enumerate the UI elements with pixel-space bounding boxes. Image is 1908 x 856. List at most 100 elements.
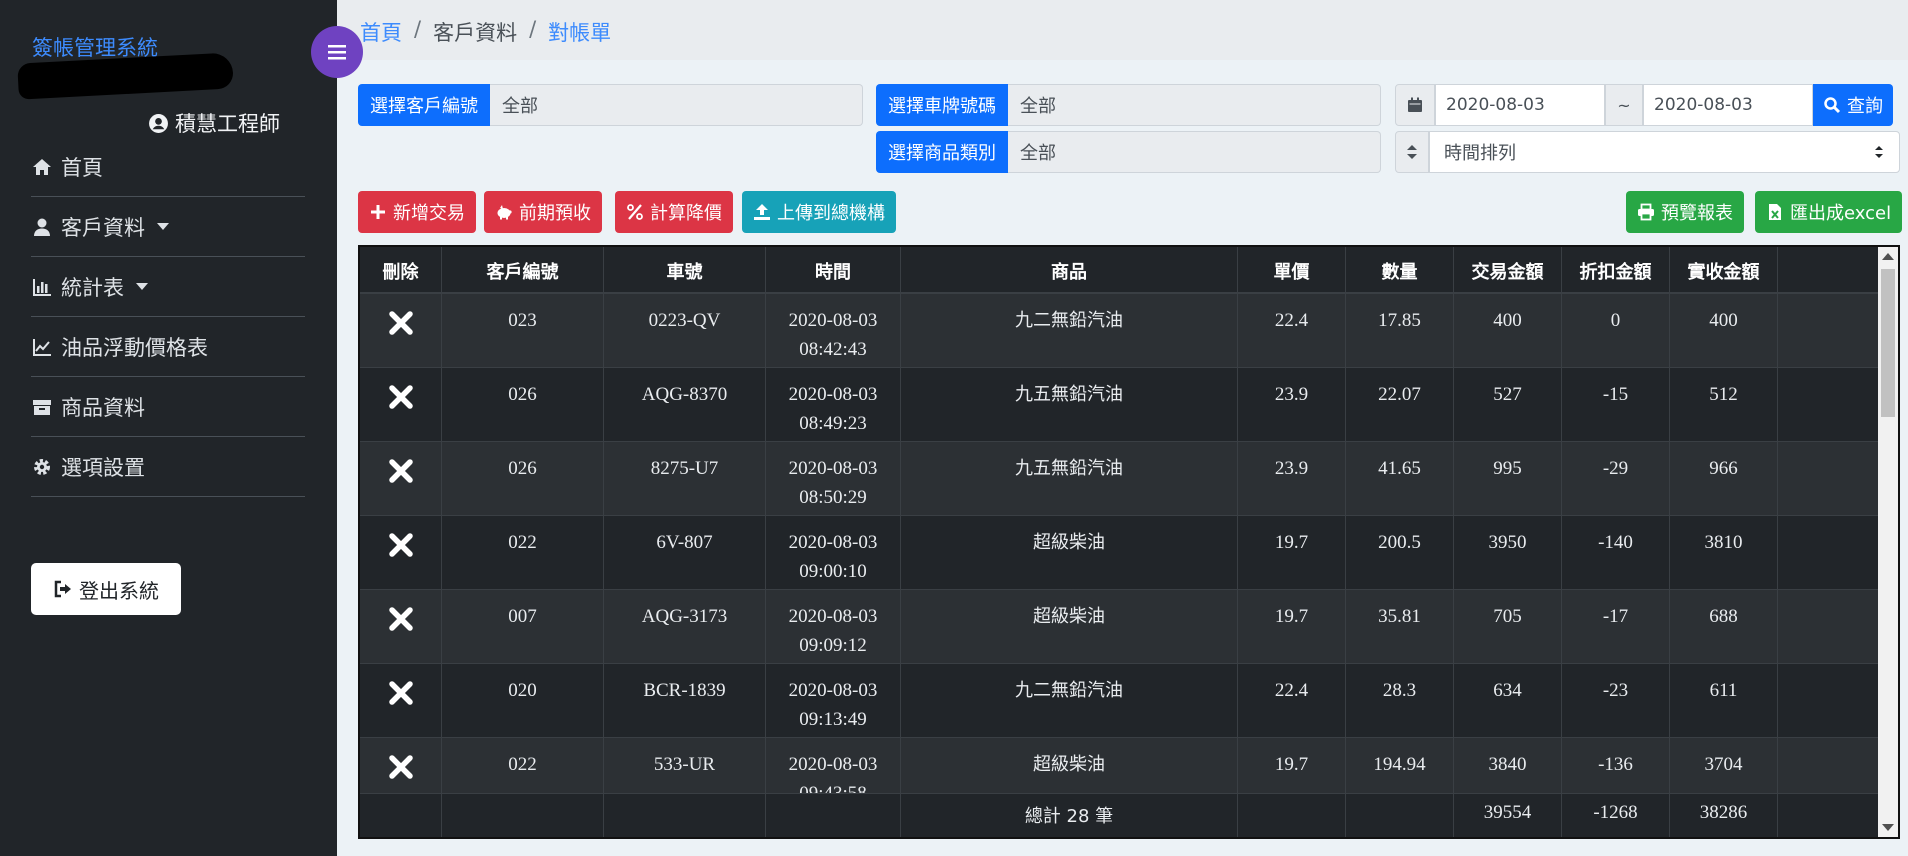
delete-row-button[interactable] [360, 294, 442, 367]
date-to-input[interactable]: 2020-08-03 [1643, 84, 1813, 126]
plate-filter-label[interactable]: 選擇車牌號碼 [876, 84, 1008, 126]
cell-unit-price: 23.9 [1238, 442, 1346, 515]
footer-cell [604, 794, 766, 837]
close-icon [388, 385, 413, 409]
cell-time: 2020-08-03 09:09:12 [766, 590, 901, 663]
plus-icon [371, 205, 385, 219]
delete-row-button[interactable] [360, 442, 442, 515]
cell-product: 九五無鉛汽油 [901, 442, 1238, 515]
calculate-discount-button[interactable]: 計算降價 [615, 191, 733, 233]
cell-customer-id: 023 [442, 294, 604, 367]
query-button[interactable]: 查詢 [1813, 84, 1893, 126]
cell-unit-price: 19.7 [1238, 516, 1346, 589]
col-plate[interactable]: 車號 [604, 247, 766, 294]
sidebar-toggle-button[interactable] [311, 26, 363, 78]
col-discount[interactable]: 折扣金額 [1562, 247, 1670, 294]
table-scrollbar[interactable] [1878, 247, 1898, 837]
export-excel-label: 匯出成excel [1790, 203, 1892, 224]
cell-time: 2020-08-03 09:13:49 [766, 664, 901, 737]
export-excel-button[interactable]: 匯出成excel [1755, 191, 1903, 233]
cell-date: 2020-08-03 [788, 606, 878, 627]
sidebar-item-products[interactable]: 商品資料 [31, 377, 305, 437]
breadcrumb-separator: / [529, 17, 537, 41]
col-time[interactable]: 時間 [766, 247, 901, 294]
cell-unit-price: 23.9 [1238, 368, 1346, 441]
breadcrumb-home[interactable]: 首頁 [360, 17, 402, 47]
breadcrumb-current[interactable]: 對帳單 [548, 17, 611, 47]
upload-button[interactable]: 上傳到總機構 [742, 191, 896, 233]
cell-product: 九二無鉛汽油 [901, 664, 1238, 737]
table-header: 刪除 客戶編號 車號 時間 商品 單價 數量 交易金額 折扣金額 實收金額 [360, 247, 1880, 294]
scroll-up-icon[interactable] [1882, 253, 1894, 260]
close-icon [388, 681, 413, 705]
logout-button[interactable]: 登出系統 [31, 563, 181, 615]
cell-clock: 09:13:49 [799, 709, 867, 730]
user-profile[interactable]: 積慧工程師 [148, 108, 280, 138]
customer-select[interactable]: 全部 [490, 84, 863, 126]
footer-cell [1778, 794, 1880, 837]
scrollbar-thumb[interactable] [1881, 269, 1895, 417]
footer-total-discount: -1268 [1562, 794, 1670, 837]
col-quantity[interactable]: 數量 [1346, 247, 1454, 294]
delete-row-button[interactable] [360, 368, 442, 441]
scroll-down-icon[interactable] [1882, 824, 1894, 831]
customer-filter-label[interactable]: 選擇客戶編號 [358, 84, 490, 126]
calendar-addon [1395, 84, 1435, 126]
cell-time: 2020-08-03 08:42:43 [766, 294, 901, 367]
add-transaction-button[interactable]: 新增交易 [358, 191, 476, 233]
cell-spacer [1778, 590, 1880, 663]
cell-net-amount: 611 [1670, 664, 1778, 737]
sidebar-item-home[interactable]: 首頁 [31, 137, 305, 197]
cell-date: 2020-08-03 [788, 680, 878, 701]
footer-cell [1346, 794, 1454, 837]
cell-net-amount: 400 [1670, 294, 1778, 367]
cell-product: 九二無鉛汽油 [901, 294, 1238, 367]
sidebar-item-statistics[interactable]: 統計表 [31, 257, 305, 317]
cell-amount: 400 [1454, 294, 1562, 367]
sidebar-item-settings[interactable]: 選項設置 [31, 437, 305, 497]
table-row: 022 6V-807 2020-08-03 09:00:10 超級柴油 19.7 … [360, 516, 1880, 590]
category-select[interactable]: 全部 [1008, 131, 1381, 173]
plate-select[interactable]: 全部 [1008, 84, 1381, 126]
delete-row-button[interactable] [360, 516, 442, 589]
col-unit-price[interactable]: 單價 [1238, 247, 1346, 294]
col-delete[interactable]: 刪除 [360, 247, 442, 294]
select-arrows-icon [1875, 146, 1883, 158]
cell-date: 2020-08-03 [788, 754, 878, 775]
col-amount[interactable]: 交易金額 [1454, 247, 1562, 294]
cell-time: 2020-08-03 08:50:29 [766, 442, 901, 515]
cell-plate: AQG-8370 [604, 368, 766, 441]
delete-row-button[interactable] [360, 590, 442, 663]
menu-icon [328, 45, 346, 60]
cell-customer-id: 026 [442, 368, 604, 441]
cell-quantity: 41.65 [1346, 442, 1454, 515]
sidebar-item-customers[interactable]: 客戶資料 [31, 197, 305, 257]
footer-total-count: 總計 28 筆 [901, 794, 1238, 837]
preview-report-button[interactable]: 預覽報表 [1626, 191, 1744, 233]
cell-customer-id: 007 [442, 590, 604, 663]
cell-amount: 705 [1454, 590, 1562, 663]
cell-clock: 08:42:43 [799, 339, 867, 360]
col-product[interactable]: 商品 [901, 247, 1238, 294]
col-net-amount[interactable]: 實收金額 [1670, 247, 1778, 294]
preview-report-label: 預覽報表 [1661, 203, 1733, 224]
cell-customer-id: 026 [442, 442, 604, 515]
close-icon [388, 607, 413, 631]
date-from-input[interactable]: 2020-08-03 [1435, 84, 1605, 126]
sort-select[interactable]: 時間排列 [1429, 131, 1900, 173]
sidebar-item-price-table[interactable]: 油品浮動價格表 [31, 317, 305, 377]
col-customer-id[interactable]: 客戶編號 [442, 247, 604, 294]
sidebar-item-label: 客戶資料 [61, 215, 145, 240]
cell-unit-price: 19.7 [1238, 590, 1346, 663]
close-icon [388, 533, 413, 557]
cell-plate: 6V-807 [604, 516, 766, 589]
prepay-button[interactable]: 前期預收 [484, 191, 602, 233]
category-filter-label[interactable]: 選擇商品類別 [876, 131, 1008, 173]
delete-row-button[interactable] [360, 664, 442, 737]
close-icon [388, 459, 413, 483]
footer-total-amount: 39554 [1454, 794, 1562, 837]
cell-quantity: 35.81 [1346, 590, 1454, 663]
caret-down-icon [157, 223, 169, 230]
cell-discount: 0 [1562, 294, 1670, 367]
bar-chart-icon [33, 278, 51, 296]
